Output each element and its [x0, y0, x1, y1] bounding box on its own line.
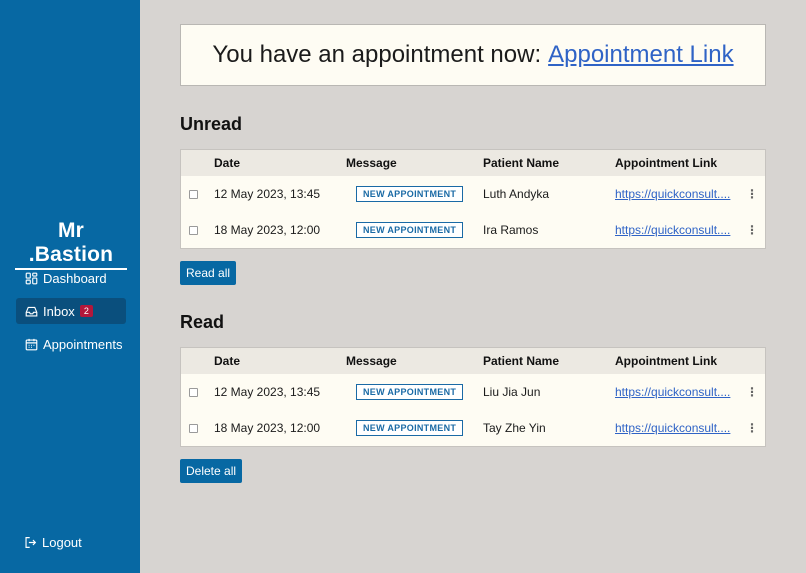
sidebar-item-appointments[interactable]: Appointments: [16, 331, 126, 357]
inbox-count-badge: 2: [79, 305, 93, 317]
row-checkbox[interactable]: [189, 423, 198, 433]
read-table: Date Message Patient Name Appointment Li…: [180, 347, 766, 447]
dashboard-icon: [25, 272, 38, 284]
col-message: Message: [346, 156, 397, 170]
banner-text: You have an appointment now:: [212, 41, 542, 68]
row-checkbox[interactable]: [189, 225, 198, 235]
row-appointment-link[interactable]: https://quickconsult....: [615, 421, 735, 435]
row-patient: Tay Zhe Yin: [483, 421, 546, 435]
message-tag: NEW APPOINTMENT: [356, 186, 464, 202]
row-date: 18 May 2023, 12:00: [214, 421, 321, 435]
sidebar-item-label: Dashboard: [43, 270, 107, 286]
table-row[interactable]: 12 May 2023, 13:45 NEW APPOINTMENT Luth …: [181, 176, 765, 212]
more-options-icon[interactable]: ⋮: [746, 187, 758, 201]
row-appointment-link[interactable]: https://quickconsult....: [615, 223, 735, 237]
col-patient: Patient Name: [483, 156, 560, 170]
row-date: 12 May 2023, 13:45: [214, 385, 321, 399]
unread-heading: Unread: [180, 114, 243, 134]
row-date: 12 May 2023, 13:45: [214, 187, 321, 201]
col-date: Date: [214, 156, 241, 170]
col-appointment-link: Appointment Link: [615, 156, 717, 170]
row-patient: Liu Jia Jun: [483, 385, 541, 399]
row-patient: Ira Ramos: [483, 223, 539, 237]
inbox-icon: [25, 306, 38, 317]
row-patient: Luth Andyka: [483, 187, 550, 201]
appointment-banner: You have an appointment now: Appointment…: [180, 24, 766, 86]
row-appointment-link[interactable]: https://quickconsult....: [615, 187, 735, 201]
row-checkbox[interactable]: [189, 387, 198, 397]
sidebar: Mr .Bastion Dashboard Inbox 2 Appointmen…: [0, 0, 140, 573]
logout-icon: [25, 537, 37, 548]
more-options-icon[interactable]: ⋮: [746, 385, 758, 399]
logout-label: Logout: [42, 535, 82, 550]
col-message: Message: [346, 354, 397, 368]
table-header: Date Message Patient Name Appointment Li…: [181, 348, 765, 374]
sidebar-item-label: Inbox: [43, 303, 75, 319]
sidebar-item-label: Appointments: [43, 336, 123, 352]
read-all-button[interactable]: Read all: [180, 261, 237, 285]
row-date: 18 May 2023, 12:00: [214, 223, 321, 237]
read-heading: Read: [180, 312, 225, 332]
delete-all-button[interactable]: Delete all: [180, 459, 243, 483]
table-row[interactable]: 18 May 2023, 12:00 NEW APPOINTMENT Tay Z…: [181, 410, 765, 446]
table-row[interactable]: 18 May 2023, 12:00 NEW APPOINTMENT Ira R…: [181, 212, 765, 248]
more-options-icon[interactable]: ⋮: [746, 223, 758, 237]
table-row[interactable]: 12 May 2023, 13:45 NEW APPOINTMENT Liu J…: [181, 374, 765, 410]
col-appointment-link: Appointment Link: [615, 354, 717, 368]
sidebar-item-inbox[interactable]: Inbox 2: [16, 298, 126, 324]
calendar-icon: [25, 338, 38, 350]
message-tag: NEW APPOINTMENT: [356, 222, 464, 238]
brand-logo[interactable]: Mr .Bastion: [15, 219, 127, 270]
table-header: Date Message Patient Name Appointment Li…: [181, 150, 765, 176]
unread-table: Date Message Patient Name Appointment Li…: [180, 149, 766, 249]
logout-button[interactable]: Logout: [24, 535, 82, 550]
col-date: Date: [214, 354, 241, 368]
row-checkbox[interactable]: [189, 189, 198, 199]
row-appointment-link[interactable]: https://quickconsult....: [615, 385, 735, 399]
message-tag: NEW APPOINTMENT: [356, 384, 464, 400]
col-patient: Patient Name: [483, 354, 560, 368]
message-tag: NEW APPOINTMENT: [356, 420, 464, 436]
sidebar-nav: Dashboard Inbox 2 Appointments: [16, 265, 126, 364]
appointment-link[interactable]: Appointment Link: [548, 41, 733, 69]
sidebar-item-dashboard[interactable]: Dashboard: [16, 265, 126, 291]
more-options-icon[interactable]: ⋮: [746, 421, 758, 435]
